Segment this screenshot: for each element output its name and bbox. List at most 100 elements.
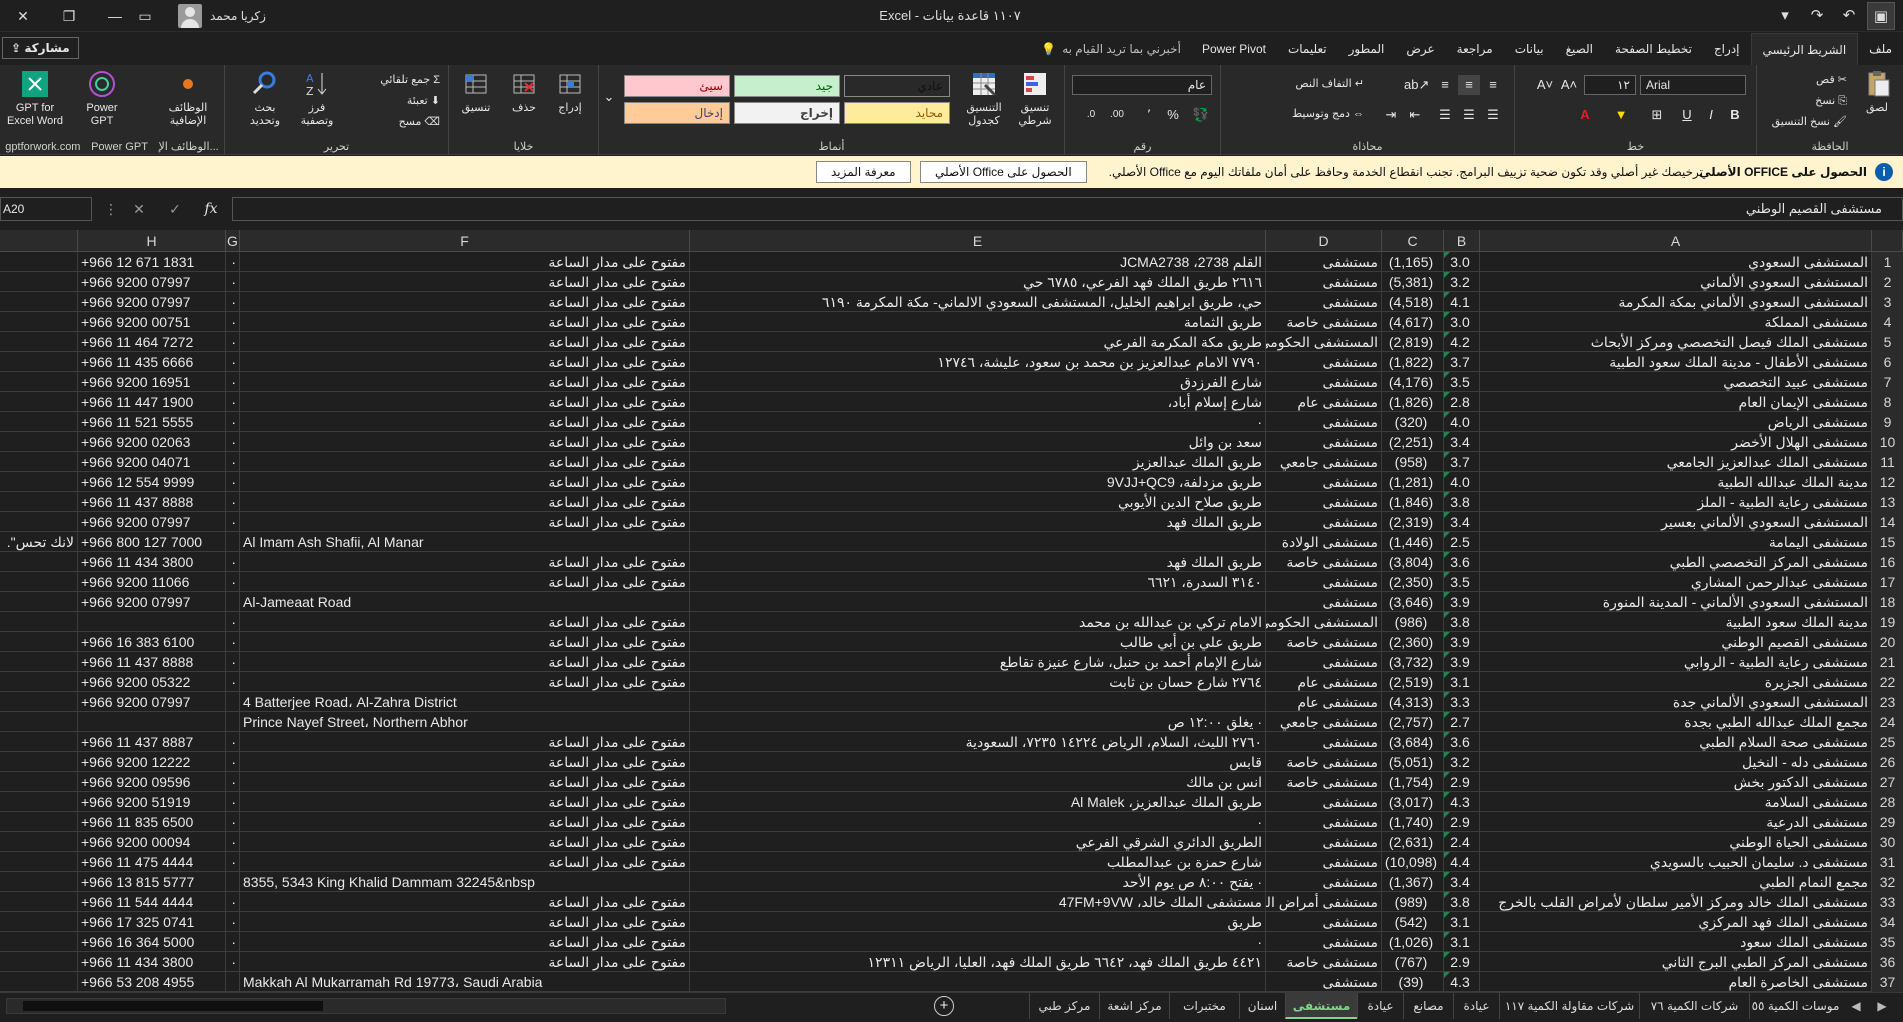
cell-a[interactable]: مستشفى الخاصرة العام <box>1480 972 1872 992</box>
row-header[interactable]: 10 <box>1872 432 1903 452</box>
cell-h[interactable]: +966 11 475 4444 <box>78 852 226 872</box>
cell-e[interactable]: طريق مزدلفة، 9VJJ+QC9 <box>690 472 1266 492</box>
align-right-icon[interactable]: ☰ <box>1482 105 1504 125</box>
power-gpt-button[interactable]: Power GPT <box>74 69 130 128</box>
cell-h[interactable]: +966 16 364 5000 <box>78 932 226 952</box>
gpt-for-excel-button[interactable]: GPT for Excel Word <box>4 69 66 128</box>
cell-overflow[interactable] <box>0 772 78 792</box>
row-header[interactable]: 31 <box>1872 852 1903 872</box>
tab-data[interactable]: بيانات <box>1504 33 1555 65</box>
cell-e[interactable]: شارع إسلام أباد، <box>690 392 1266 412</box>
cell-overflow[interactable] <box>0 332 78 352</box>
cell-g[interactable]: · <box>226 512 240 532</box>
cell-g[interactable]: · <box>226 352 240 372</box>
cell-b[interactable]: 3.9 <box>1444 592 1480 612</box>
cell-f[interactable]: مفتوح على مدار الساعة <box>240 252 690 272</box>
cell-e[interactable]: ٢٧٦٠ الليث، السلام، الرياض ١٤٢٢٤ ٧٢٣٥، ا… <box>690 732 1266 752</box>
cell-a[interactable]: مستشفى الملك خالد ومركز الأمير سلطان لأم… <box>1480 892 1872 912</box>
formula-options-icon[interactable]: ⋮ <box>98 197 124 221</box>
cell-d[interactable]: مستشفى <box>1266 732 1382 752</box>
cell-b[interactable]: 3.0 <box>1444 312 1480 332</box>
cell-b[interactable]: 3.5 <box>1444 372 1480 392</box>
cell-e[interactable]: طريق صلاح الدين الأيوبي <box>690 492 1266 512</box>
share-button[interactable]: ⇪ مشاركة <box>2 37 79 59</box>
cell-a[interactable]: مستشفى رعاية الطبية - الملز <box>1480 492 1872 512</box>
cell-overflow[interactable] <box>0 752 78 772</box>
cell-a[interactable]: مستشفى عبدالرحمن المشاري <box>1480 572 1872 592</box>
column-header-f[interactable]: F <box>240 230 690 252</box>
cell-b[interactable]: 4.4 <box>1444 852 1480 872</box>
column-header-partial[interactable] <box>0 230 78 252</box>
cancel-entry-icon[interactable]: ✕ <box>126 197 152 221</box>
cell-b[interactable]: 2.9 <box>1444 952 1480 972</box>
cell-d[interactable]: مستشفى <box>1266 472 1382 492</box>
cell-h[interactable]: +966 9200 07997 <box>78 292 226 312</box>
tab-power-pivot[interactable]: Power Pivot <box>1191 33 1277 65</box>
cell-g[interactable]: · <box>226 572 240 592</box>
row-header[interactable]: 9 <box>1872 412 1903 432</box>
cell-g[interactable]: · <box>226 852 240 872</box>
cell-c[interactable]: (4,617) <box>1382 312 1444 332</box>
cell-e[interactable]: طريق الملك فهد <box>690 512 1266 532</box>
cell-overflow[interactable] <box>0 512 78 532</box>
cell-c[interactable]: (2,319) <box>1382 512 1444 532</box>
tab-view[interactable]: عرض <box>1395 33 1445 65</box>
formula-input[interactable]: مستشفى القصيم الوطني <box>232 197 1903 221</box>
sheet-nav-left-icon[interactable]: ◀ <box>1845 993 1867 1019</box>
cell-f[interactable]: Al Imam Ash Shafii, Al Manar <box>240 532 690 552</box>
cell-overflow[interactable] <box>0 292 78 312</box>
redo-icon[interactable]: ↷ <box>1803 2 1831 30</box>
cell-b[interactable]: 3.9 <box>1444 632 1480 652</box>
cell-g[interactable]: · <box>226 492 240 512</box>
cell-e[interactable]: ٤٤٢١ طريق الملك فهد، ٦٦٤٢ طريق الملك فهد… <box>690 952 1266 972</box>
cell-c[interactable]: (958) <box>1382 452 1444 472</box>
cell-f[interactable]: 4 Batterjee Road، Al-Zahra District <box>240 692 690 712</box>
cell-a[interactable]: مستشفى اليمامة <box>1480 532 1872 552</box>
cell-b[interactable]: 3.4 <box>1444 512 1480 532</box>
cell-d[interactable]: مستشفى <box>1266 572 1382 592</box>
decrease-decimal-icon[interactable]: .0 <box>1080 105 1102 125</box>
cell-c[interactable]: (3,684) <box>1382 732 1444 752</box>
cell-c[interactable]: (2,519) <box>1382 672 1444 692</box>
cell-d[interactable]: مستشفى <box>1266 972 1382 992</box>
cell-overflow[interactable] <box>0 412 78 432</box>
cell-f[interactable]: مفتوح على مدار الساعة <box>240 912 690 932</box>
cell-g[interactable] <box>226 692 240 712</box>
sheet-tab[interactable]: اسنان <box>1239 993 1285 1019</box>
cell-d[interactable]: مستشفى خاصة <box>1266 752 1382 772</box>
cell-g[interactable]: · <box>226 892 240 912</box>
ribbon-display-options-icon[interactable]: ▭ <box>122 0 168 32</box>
cell-overflow[interactable] <box>0 952 78 972</box>
cell-f[interactable]: مفتوح على مدار الساعة <box>240 352 690 372</box>
cell-a[interactable]: مستشفى الملك عبدالعزيز الجامعي <box>1480 452 1872 472</box>
cell-g[interactable]: · <box>226 732 240 752</box>
cell-e[interactable]: · <box>690 812 1266 832</box>
cell-g[interactable] <box>226 972 240 992</box>
cell-overflow[interactable] <box>0 432 78 452</box>
cell-f[interactable]: Makkah Al Mukarramah Rd 19773، Saudi Ara… <box>240 972 690 992</box>
cell-e[interactable]: سعد بن وائل <box>690 432 1266 452</box>
row-header[interactable]: 16 <box>1872 552 1903 572</box>
italic-button[interactable]: I <box>1700 105 1722 125</box>
cell-b[interactable]: 3.8 <box>1444 612 1480 632</box>
cell-g[interactable]: · <box>226 412 240 432</box>
cell-a[interactable]: مستشفى صحة السلام الطبي <box>1480 732 1872 752</box>
cell-d[interactable]: مستشفى <box>1266 292 1382 312</box>
cell-e[interactable]: · يفتح ٨:٠٠ ص يوم الأحد <box>690 872 1266 892</box>
cell-c[interactable]: (2,819) <box>1382 332 1444 352</box>
confirm-entry-icon[interactable]: ✓ <box>162 197 188 221</box>
row-header[interactable]: 32 <box>1872 872 1903 892</box>
row-header[interactable]: 24 <box>1872 712 1903 732</box>
cell-overflow[interactable] <box>0 652 78 672</box>
row-header[interactable]: 5 <box>1872 332 1903 352</box>
cell-a[interactable]: المستشفى السعودي الألماني بعسير <box>1480 512 1872 532</box>
cell-b[interactable]: 3.6 <box>1444 732 1480 752</box>
row-header[interactable]: 29 <box>1872 812 1903 832</box>
cell-h[interactable]: +966 17 325 0741 <box>78 912 226 932</box>
cell-e[interactable]: طريق الملك عبدالعزيز، Al Malek <box>690 792 1266 812</box>
cell-d[interactable]: مستشفى عام <box>1266 392 1382 412</box>
format-as-table-button[interactable]: التنسيق كجدول <box>960 69 1008 128</box>
cell-g[interactable]: · <box>226 652 240 672</box>
cell-h[interactable]: +966 9200 51919 <box>78 792 226 812</box>
column-header-d[interactable]: D <box>1266 230 1382 252</box>
